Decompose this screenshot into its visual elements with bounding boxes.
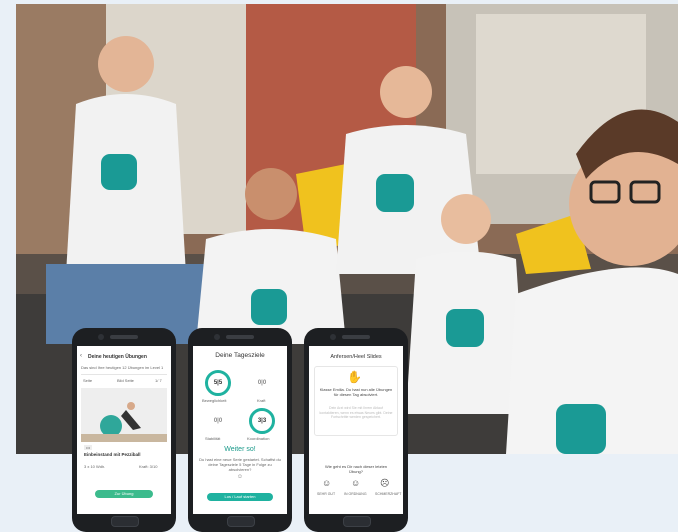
- phone-screen: Anfersen/Heel Slides ✋ Klasse Emilia. Du…: [309, 346, 403, 514]
- divider: [81, 374, 167, 375]
- goal-ring-strength[interactable]: 0|0: [249, 370, 275, 396]
- home-button[interactable]: [111, 516, 139, 527]
- front-camera: [214, 334, 220, 340]
- phone-speaker: [226, 335, 254, 339]
- smile-icon: ☺: [236, 474, 244, 480]
- exercise-repetitions: 3 x 10 Wdh.: [84, 464, 106, 469]
- level-tag: •••: [84, 445, 93, 450]
- phone-screen: Deine Tagesziele 5|5 Beweglichkeit 0|0 K…: [193, 346, 287, 514]
- tab-image-side[interactable]: Bild Seite: [117, 378, 134, 383]
- exercise-strength: Kraft: 3/10: [139, 464, 158, 469]
- sad-face-icon[interactable]: ☹: [380, 478, 389, 489]
- goal-label-stability: Stabilität: [205, 436, 221, 441]
- neutral-face-icon[interactable]: ☺: [351, 478, 360, 488]
- happy-face-icon[interactable]: ☺: [322, 478, 331, 488]
- back-chevron-icon[interactable]: ‹: [80, 353, 82, 359]
- feedback-question: Wie geht es Dir nach dieser letzten Übun…: [324, 464, 388, 474]
- goal-label-mobility: Beweglichkeit: [202, 398, 227, 403]
- tab-side[interactable]: Seite: [83, 378, 92, 383]
- exercise-name: Anfersen/Heel Slides: [330, 354, 382, 360]
- start-run-button[interactable]: Los / Lauf starten: [207, 493, 273, 501]
- mood-painful[interactable]: SCHMERZHAFT: [375, 492, 401, 496]
- goal-label-coordination: Koordination: [247, 436, 270, 441]
- home-button[interactable]: [227, 516, 255, 527]
- goal-label-strength: Kraft: [257, 398, 266, 403]
- phone-daily-goals: Deine Tagesziele 5|5 Beweglichkeit 0|0 K…: [188, 328, 292, 532]
- completion-message: Klasse Emilia. Du hast nun alle Übungen …: [319, 387, 393, 397]
- goals-title: Deine Tagesziele: [215, 352, 265, 359]
- encouragement-body: Du hast eine neue Serie gestartet. Schaf…: [199, 457, 281, 472]
- phone-exercises: ‹ Deine heutigen Übungen Das sind Ihre h…: [72, 328, 176, 532]
- completion-note: Dein Arzt wird Sie mit Ihrem Ablauf kont…: [319, 406, 393, 419]
- home-button[interactable]: [343, 516, 371, 527]
- encouragement-headline: Weiter so!: [224, 446, 256, 453]
- phone-exercise-feedback: Anfersen/Heel Slides ✋ Klasse Emilia. Du…: [304, 328, 408, 532]
- phone-speaker: [110, 335, 138, 339]
- exercises-subtitle: Das sind Ihre heutigen 12 Übungen im Lev…: [81, 365, 164, 370]
- phone-screen: ‹ Deine heutigen Übungen Das sind Ihre h…: [77, 346, 171, 514]
- mood-okay[interactable]: IN ORDNUNG: [344, 492, 367, 496]
- mood-very-good[interactable]: SEHR GUT: [317, 492, 335, 496]
- start-exercise-button[interactable]: Zur Übung: [95, 490, 153, 498]
- header-title: Deine heutigen Übungen: [88, 354, 147, 360]
- front-camera: [98, 334, 104, 340]
- exercise-title: Einbeinstand mit Pezziball: [84, 452, 141, 457]
- tab-page-counter: 1/ 7: [155, 378, 162, 383]
- thumbs-up-icon: ✋: [347, 370, 362, 384]
- front-camera: [330, 334, 336, 340]
- goal-ring-mobility[interactable]: 5|5: [205, 370, 231, 396]
- exercise-image[interactable]: [81, 388, 167, 442]
- goal-ring-stability[interactable]: 0|0: [205, 408, 231, 434]
- phone-speaker: [342, 335, 370, 339]
- goal-ring-coordination[interactable]: 3|3: [249, 408, 275, 434]
